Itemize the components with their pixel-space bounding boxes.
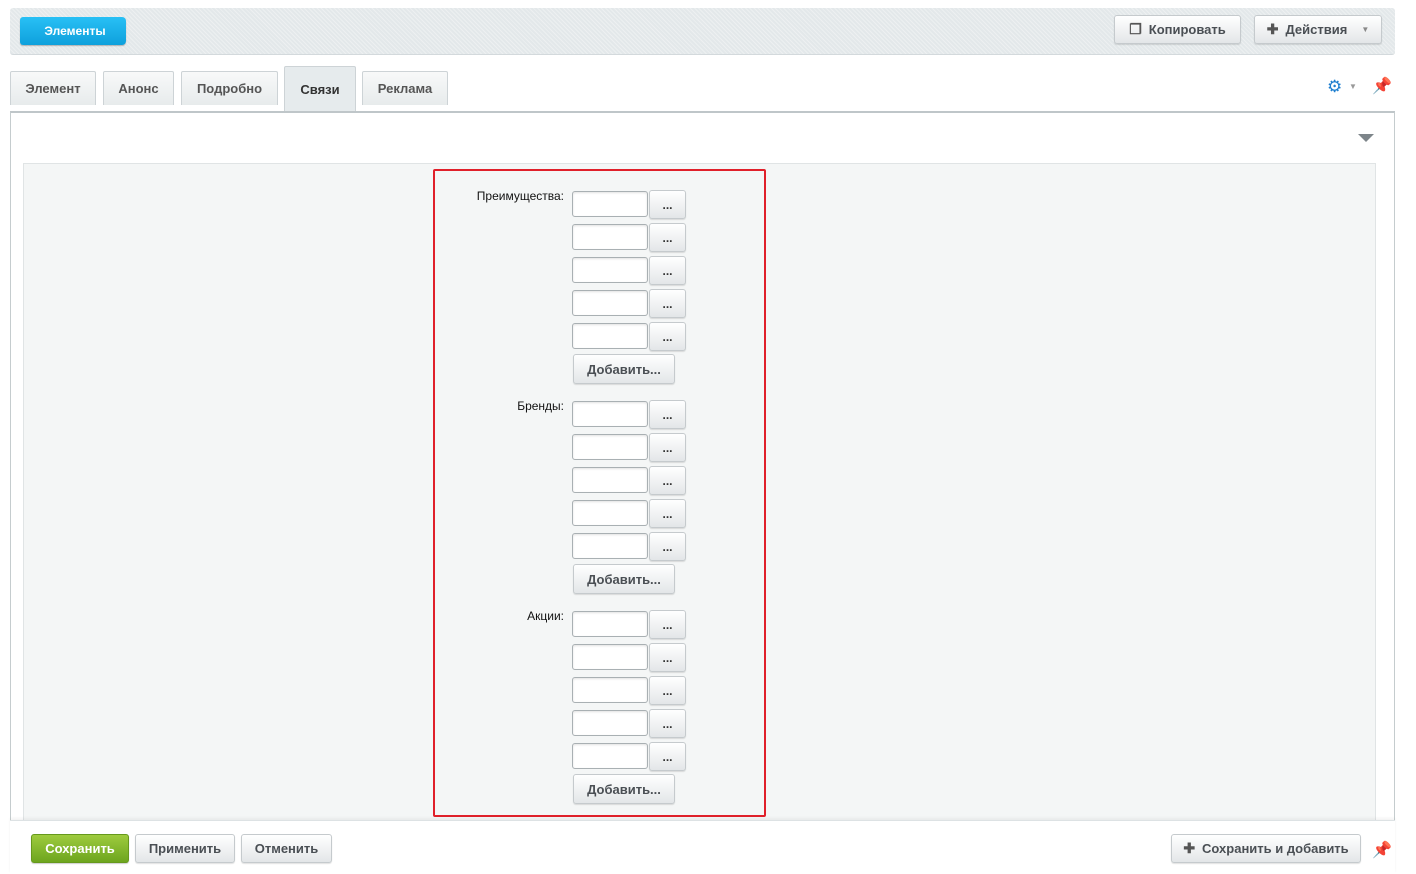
promotions-select-button-3[interactable]: ... xyxy=(649,676,686,705)
advantages-select-button-3[interactable]: ... xyxy=(649,256,686,285)
tab-label: Элемент xyxy=(25,81,81,96)
brands-select-button-4[interactable]: ... xyxy=(649,499,686,528)
brands-select-button-2[interactable]: ... xyxy=(649,433,686,462)
advantages-add-button[interactable]: Добавить... xyxy=(573,354,675,384)
advantages-input-2[interactable] xyxy=(572,224,648,250)
copy-icon: ❐ xyxy=(1129,21,1142,37)
copy-button[interactable]: ❐ Копировать xyxy=(1114,15,1241,44)
promotions-add-button[interactable]: Добавить... xyxy=(573,774,675,804)
brands-input-2[interactable] xyxy=(572,434,648,460)
promotions-input-5[interactable] xyxy=(572,743,648,769)
brands-select-button-1[interactable]: ... xyxy=(649,400,686,429)
tab-advertising[interactable]: Реклама xyxy=(362,71,448,105)
chevron-down-icon: ▼ xyxy=(1361,25,1370,34)
field-label-brands: Бренды: xyxy=(517,399,564,413)
brands-input-1[interactable] xyxy=(572,401,648,427)
copy-button-label: Копировать xyxy=(1148,22,1226,37)
advantages-input-3[interactable] xyxy=(572,257,648,283)
brands-add-button[interactable]: Добавить... xyxy=(573,564,675,594)
advantages-input-1[interactable] xyxy=(572,191,648,217)
tab-label: Связи xyxy=(300,81,340,97)
brands-input-3[interactable] xyxy=(572,467,648,493)
advantages-select-button-1[interactable]: ... xyxy=(649,190,686,219)
promotions-select-button-2[interactable]: ... xyxy=(649,643,686,672)
tab-label: Реклама xyxy=(377,81,433,96)
advantages-select-button-5[interactable]: ... xyxy=(649,322,686,351)
brands-input-5[interactable] xyxy=(572,533,648,559)
cancel-button[interactable]: Отменить xyxy=(241,834,332,863)
promotions-input-3[interactable] xyxy=(572,677,648,703)
tab-label: Анонс xyxy=(118,81,159,96)
chevron-down-icon[interactable] xyxy=(1358,134,1374,142)
actions-button-label: Действия xyxy=(1285,22,1348,37)
promotions-select-button-1[interactable]: ... xyxy=(649,610,686,639)
gear-icon[interactable]: ⚙ xyxy=(1327,77,1342,97)
advantages-select-button-2[interactable]: ... xyxy=(649,223,686,252)
promotions-select-button-4[interactable]: ... xyxy=(649,709,686,738)
advantages-input-4[interactable] xyxy=(572,290,648,316)
tab-announce[interactable]: Анонс xyxy=(103,71,174,105)
pin-icon[interactable]: 📌 xyxy=(1372,840,1392,860)
plus-icon: ✚ xyxy=(1183,840,1196,856)
promotions-input-2[interactable] xyxy=(572,644,648,670)
promotions-input-4[interactable] xyxy=(572,710,648,736)
plus-icon: ✚ xyxy=(1266,21,1279,37)
brands-select-button-3[interactable]: ... xyxy=(649,466,686,495)
promotions-select-button-5[interactable]: ... xyxy=(649,742,686,771)
advantages-input-5[interactable] xyxy=(572,323,648,349)
back-button-label: Элементы xyxy=(44,24,106,38)
save-and-add-label: Сохранить и добавить xyxy=(1202,841,1349,856)
field-label-promotions: Акции: xyxy=(527,609,564,623)
apply-button[interactable]: Применить xyxy=(135,834,235,863)
brands-select-button-5[interactable]: ... xyxy=(649,532,686,561)
back-to-elements-button[interactable]: Элементы xyxy=(20,17,126,45)
promotions-input-1[interactable] xyxy=(572,611,648,637)
save-button[interactable]: Сохранить xyxy=(31,834,129,863)
tab-label: Подробно xyxy=(196,81,263,96)
actions-button[interactable]: ✚ Действия ▼ xyxy=(1254,15,1382,44)
tab-links[interactable]: Связи xyxy=(284,66,356,111)
advantages-select-button-4[interactable]: ... xyxy=(649,289,686,318)
brands-input-4[interactable] xyxy=(572,500,648,526)
pin-icon[interactable]: 📌 xyxy=(1372,76,1392,96)
gear-caret-icon: ▼ xyxy=(1349,82,1357,91)
tab-element[interactable]: Элемент xyxy=(10,71,96,105)
save-and-add-button[interactable]: ✚ Сохранить и добавить xyxy=(1171,834,1361,863)
tab-details[interactable]: Подробно xyxy=(181,71,278,105)
field-label-advantages: Преимущества: xyxy=(476,189,564,203)
